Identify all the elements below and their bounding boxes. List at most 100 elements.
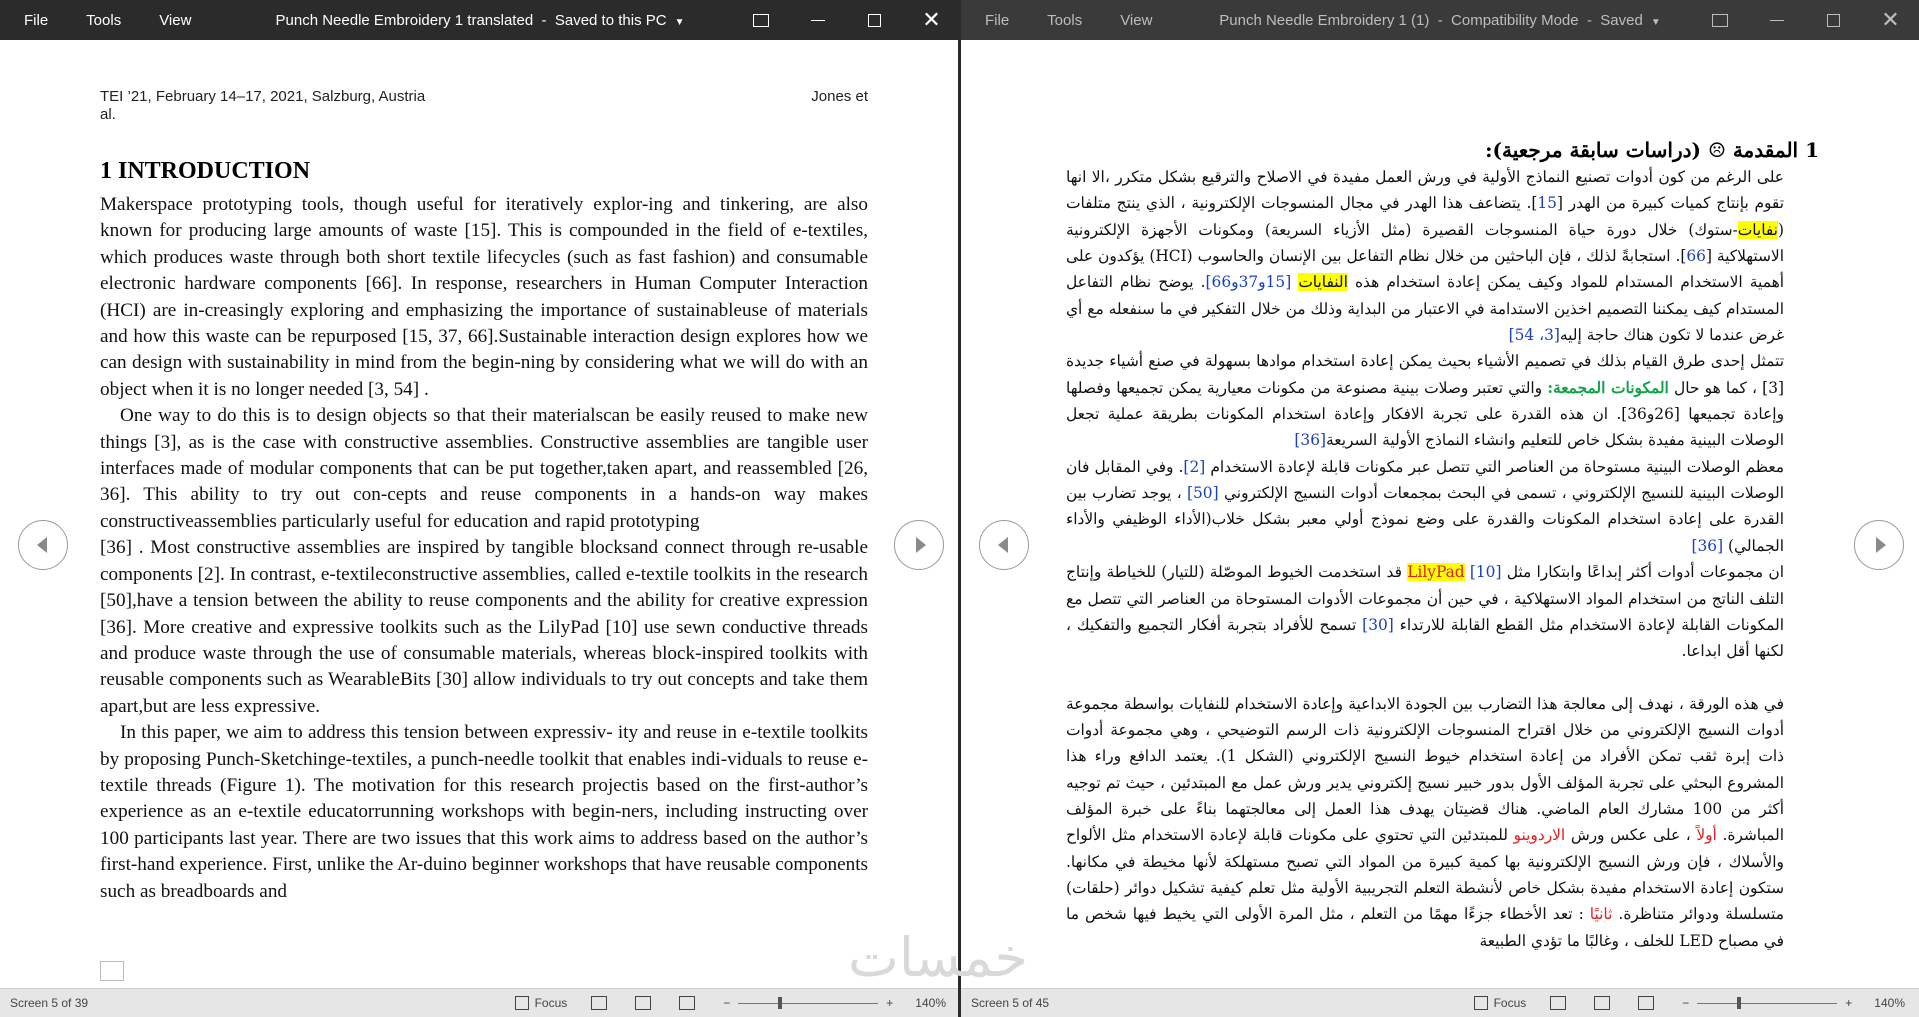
zoom-slider-thumb[interactable]: [1737, 996, 1742, 1009]
left-document-title[interactable]: Punch Needle Embroidery 1 translated - S…: [276, 12, 685, 29]
right-maximize-button[interactable]: [1805, 0, 1862, 40]
minimize-icon: [1769, 19, 1784, 21]
citation-link[interactable]: [3، 54]: [1509, 326, 1560, 344]
right-menu-file[interactable]: File: [971, 12, 1033, 29]
paragraph: [36] . Most constructive assemblies are …: [100, 537, 868, 717]
citation-link[interactable]: [2]: [1183, 458, 1205, 476]
right-reader-window: File Tools View Punch Needle Embroidery …: [961, 0, 1919, 1017]
zoom-in-icon[interactable]: +: [886, 996, 893, 1010]
web-layout-icon[interactable]: [679, 996, 696, 1010]
left-menu-view[interactable]: View: [145, 12, 215, 29]
citation-link[interactable]: 15: [1537, 194, 1557, 212]
right-title-bar: File Tools View Punch Needle Embroidery …: [961, 0, 1919, 40]
print-layout-icon[interactable]: [635, 996, 652, 1010]
right-focus-mode-button[interactable]: [1691, 0, 1748, 40]
paragraph: على الرغم من كون أدوات تصنيع النماذج الأ…: [1066, 164, 1784, 348]
chevron-down-icon[interactable]: ▼: [675, 17, 685, 28]
right-next-page-button[interactable]: [1854, 520, 1904, 570]
running-header: TEI ’21, February 14–17, 2021, Salzburg,…: [100, 88, 868, 124]
right-menu-tools[interactable]: Tools: [1033, 12, 1106, 29]
left-previous-page-button[interactable]: [18, 520, 68, 570]
chevron-down-icon[interactable]: ▼: [1651, 17, 1661, 28]
paragraph: معظم الوصلات البينية مستوحاة من العناصر …: [1066, 454, 1784, 559]
right-status-bar: Screen 5 of 45 Focus − + 140%: [961, 988, 1919, 1017]
left-menu-bar: File Tools View: [10, 12, 215, 29]
left-next-page-button[interactable]: [894, 520, 944, 570]
citation-link[interactable]: [10]: [1470, 563, 1502, 581]
red-term: أولاً: [1696, 826, 1717, 845]
left-save-status: Saved to this PC: [554, 11, 667, 29]
focus-icon: [514, 996, 529, 1010]
right-close-button[interactable]: ✕: [1862, 0, 1919, 40]
citation-link[interactable]: [36]: [1691, 537, 1723, 555]
right-minimize-button[interactable]: [1748, 0, 1805, 40]
left-minimize-button[interactable]: [789, 0, 846, 40]
left-menu-tools[interactable]: Tools: [72, 12, 145, 29]
maximize-icon: [1827, 13, 1840, 27]
right-screen-indicator: Screen 5 of 45: [971, 996, 1050, 1010]
left-maximize-button[interactable]: [846, 0, 903, 40]
highlighted-text: النفايات: [1298, 273, 1348, 292]
left-status-controls: Focus − + 140%: [514, 989, 960, 1017]
left-focus-label: Focus: [534, 996, 568, 1010]
highlighted-term-lilypad: LilyPad: [1407, 563, 1465, 582]
paragraph: ان مجموعات أدوات أكثر إبداعًا وابتكارا م…: [1066, 559, 1784, 664]
left-zoom-level[interactable]: 140%: [915, 996, 946, 1010]
right-menu-bar: File Tools View: [971, 12, 1176, 29]
zoom-out-icon[interactable]: −: [723, 996, 730, 1010]
text-run: ان مجموعات أدوات أكثر إبداعًا وابتكارا م…: [1501, 563, 1784, 582]
left-status-bar: Screen 5 of 39 Focus − + 140%: [0, 988, 960, 1017]
read-mode-icon[interactable]: [591, 996, 608, 1010]
maximize-icon: [868, 13, 881, 27]
text-run: ، على عكس ورش: [1565, 826, 1697, 845]
zoom-out-icon[interactable]: −: [1682, 996, 1689, 1010]
zoom-in-icon[interactable]: +: [1845, 996, 1852, 1010]
left-title-bar: File Tools View Punch Needle Embroidery …: [0, 0, 960, 40]
citation-link[interactable]: [50]: [1187, 484, 1219, 502]
paragraph: One way to do this is to design objects …: [100, 405, 868, 532]
zoom-slider-thumb[interactable]: [778, 996, 783, 1009]
paragraph: Makerspace prototyping tools, though use…: [100, 194, 868, 400]
right-zoom-control: − + 140%: [1682, 996, 1905, 1010]
right-document-title[interactable]: Punch Needle Embroidery 1 (1) - Compatib…: [1219, 12, 1660, 29]
print-layout-icon[interactable]: [1594, 996, 1611, 1010]
focus-icon: [752, 13, 769, 27]
close-icon: ✕: [922, 7, 941, 32]
left-document-page: TEI ’21, February 14–17, 2021, Salzburg,…: [0, 40, 960, 989]
left-zoom-control: − + 140%: [723, 996, 946, 1010]
right-previous-page-button[interactable]: [979, 520, 1029, 570]
right-compat-mode: Compatibility Mode: [1451, 11, 1579, 29]
left-close-button[interactable]: ✕: [903, 0, 960, 40]
read-mode-icon[interactable]: [1550, 996, 1567, 1010]
red-term: الاردوينو: [1513, 826, 1566, 845]
citation-link[interactable]: [15و37و66]: [1206, 273, 1292, 291]
paragraph: في هذه الورقة ، نهدف إلى معالجة هذا التض…: [1066, 691, 1784, 954]
right-save-status: Saved: [1600, 11, 1643, 29]
citation-link[interactable]: [36]: [1294, 431, 1326, 449]
arabic-body-text: على الرغم من كون أدوات تصنيع النماذج الأ…: [1066, 164, 1784, 954]
right-menu-view[interactable]: View: [1106, 12, 1176, 29]
paragraph: In this paper, we aim to address this te…: [100, 722, 868, 902]
minimize-icon: [810, 19, 825, 21]
citation-link[interactable]: [30]: [1362, 616, 1394, 634]
right-zoom-slider[interactable]: [1697, 996, 1838, 1009]
right-document-page: 1 المقدمة ☹ (دراسات سابقة مرجعية): على ا…: [961, 40, 1919, 989]
web-layout-icon[interactable]: [1638, 996, 1655, 1010]
text-run: معظم الوصلات البينية مستوحاة من العناصر …: [1205, 457, 1784, 476]
left-menu-file[interactable]: File: [10, 12, 72, 29]
right-zoom-level[interactable]: 140%: [1874, 996, 1905, 1010]
page-thumbnail-box: [100, 961, 124, 981]
left-focus-mode-button[interactable]: [732, 0, 789, 40]
left-zoom-slider[interactable]: [738, 996, 879, 1009]
left-focus-button[interactable]: Focus: [514, 996, 568, 1010]
arabic-section-heading: 1 المقدمة ☹ (دراسات سابقة مرجعية):: [1485, 138, 1819, 162]
right-doc-name: Punch Needle Embroidery 1 (1): [1219, 11, 1430, 29]
header-right: Jones et: [811, 88, 868, 105]
red-term: ثانيًا: [1589, 905, 1613, 924]
section-heading: 1 INTRODUCTION: [100, 158, 311, 184]
focus-icon: [1473, 996, 1488, 1010]
right-focus-button[interactable]: Focus: [1473, 996, 1526, 1010]
green-term: المكونات المجمعة:: [1547, 378, 1669, 397]
right-window-controls: ✕: [1691, 0, 1919, 40]
citation-link[interactable]: 66: [1686, 247, 1706, 265]
